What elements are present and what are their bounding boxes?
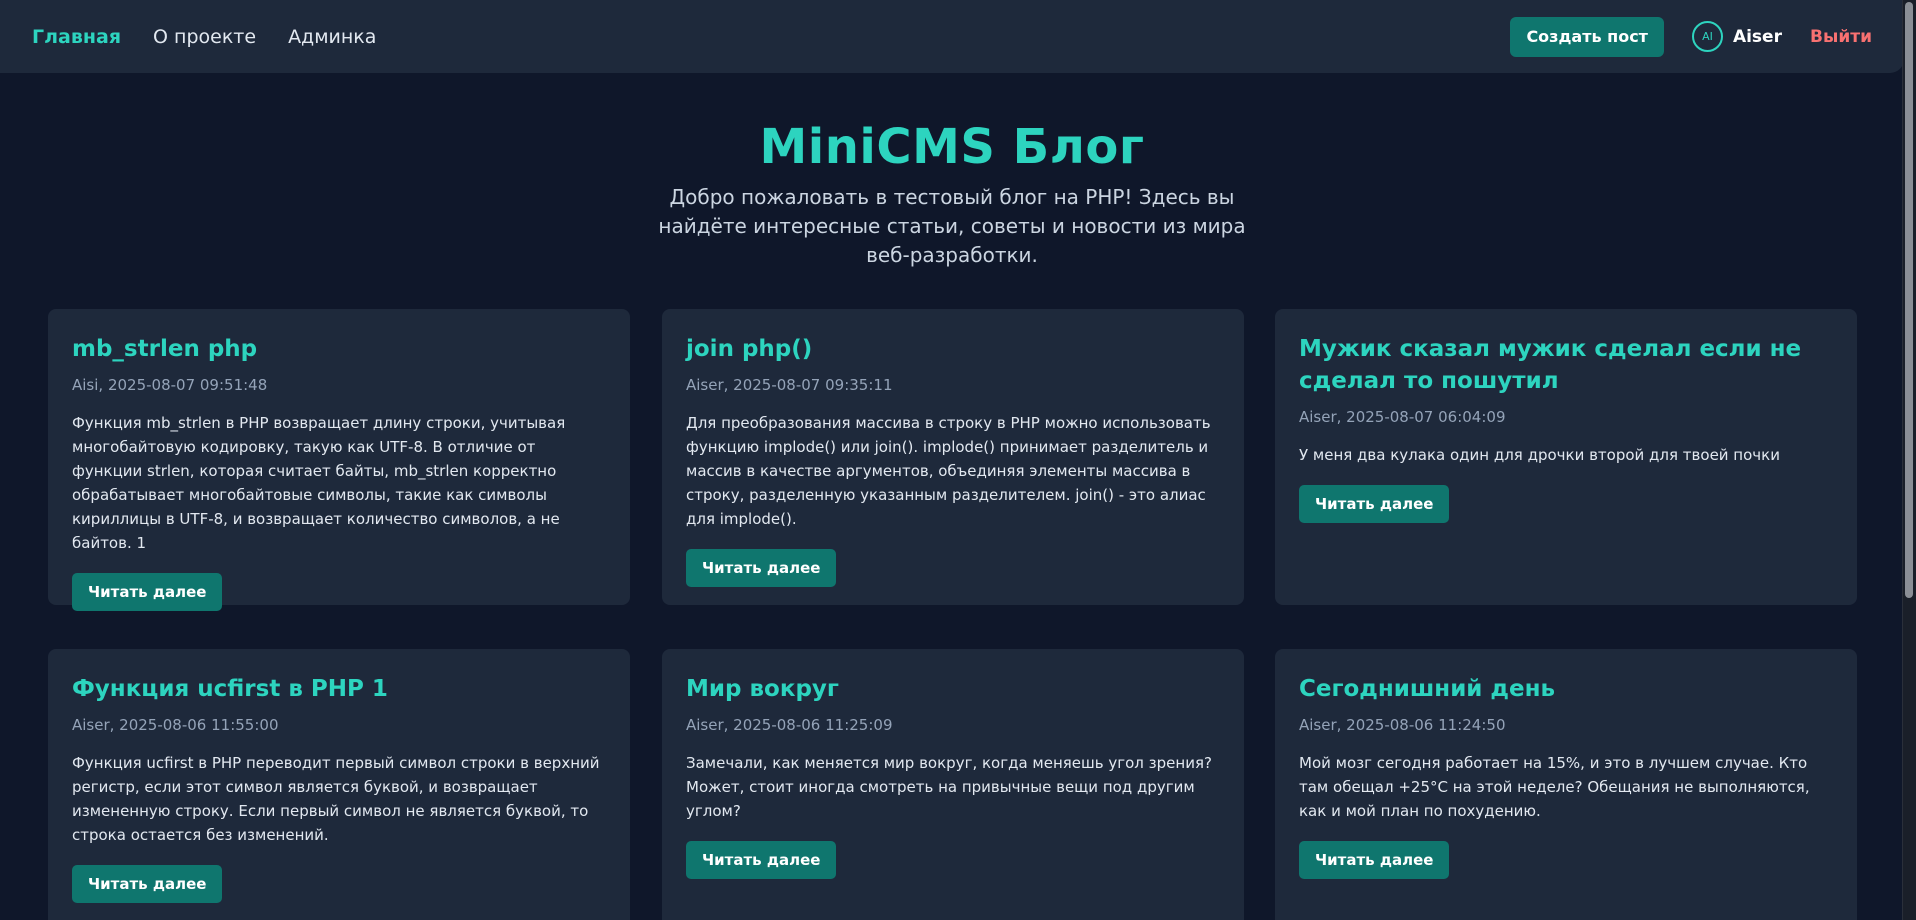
post-meta: Aiser, 2025-08-07 06:04:09 [1299, 408, 1506, 426]
page: Главная О проекте Админка Создать пост A… [0, 0, 1916, 920]
post-excerpt: Мой мозг сегодня работает на 15%, и это … [1299, 754, 1810, 820]
logout-link[interactable]: Выйти [1810, 27, 1872, 47]
page-title: MiniCMS Блог [759, 119, 1145, 175]
post-title[interactable]: join php() [686, 333, 1220, 365]
post-excerpt: Функция mb_strlen в PHP возвращает длину… [72, 414, 566, 552]
read-more-button[interactable]: Читать далее [686, 841, 837, 879]
post-title[interactable]: mb_strlen php [72, 333, 606, 365]
create-post-button[interactable]: Создать пост [1510, 16, 1664, 57]
nav-link-home[interactable]: Главная [32, 26, 121, 48]
post-meta: Aiser, 2025-08-06 11:25:09 [686, 716, 893, 734]
user-panel: Создать пост AI Aiser Выйти [1510, 16, 1872, 57]
nav-link-admin[interactable]: Админка [288, 26, 376, 48]
avatar[interactable]: AI [1691, 21, 1723, 52]
page-scrollbar[interactable] [1902, 0, 1916, 920]
post-title[interactable]: Мир вокруг [686, 673, 1220, 705]
read-more-button[interactable]: Читать далее [72, 865, 223, 903]
read-more-button[interactable]: Читать далее [686, 549, 837, 587]
nav-link-about[interactable]: О проекте [153, 26, 256, 48]
hero: MiniCMS Блог Добро пожаловать в тестовый… [0, 115, 1904, 270]
username[interactable]: Aiser [1733, 27, 1782, 47]
post-card: join php() Aiser, 2025-08-07 09:35:11 Дл… [662, 309, 1244, 605]
post-meta: Aiser, 2025-08-06 11:24:50 [1299, 716, 1506, 734]
read-more-button[interactable]: Читать далее [1299, 485, 1450, 523]
post-card: Мир вокруг Aiser, 2025-08-06 11:25:09 За… [662, 649, 1244, 920]
post-meta: Aisi, 2025-08-07 09:51:48 [72, 376, 268, 394]
read-more-button[interactable]: Читать далее [1299, 841, 1450, 879]
scrollbar-thumb[interactable] [1905, 2, 1913, 598]
post-excerpt: Для преобразования массива в строку в PH… [686, 414, 1211, 528]
post-meta: Aiser, 2025-08-06 11:55:00 [72, 716, 279, 734]
post-card: Функция ucfirst в PHP 1 Aiser, 2025-08-0… [48, 649, 630, 920]
post-excerpt: Замечали, как меняется мир вокруг, когда… [686, 754, 1212, 820]
navbar: Главная О проекте Админка Создать пост A… [0, 0, 1904, 73]
post-title[interactable]: Мужик сказал мужик сделал если не сделал… [1299, 333, 1833, 397]
hero-subtitle: Добро пожаловать в тестовый блог на PHP!… [658, 185, 1246, 267]
post-excerpt: У меня два кулака один для дрочки второй… [1299, 446, 1780, 464]
post-meta: Aiser, 2025-08-07 09:35:11 [686, 376, 893, 394]
post-card: Сегоднишний день Aiser, 2025-08-06 11:24… [1275, 649, 1857, 920]
read-more-button[interactable]: Читать далее [72, 573, 223, 611]
post-title[interactable]: Функция ucfirst в PHP 1 [72, 673, 606, 705]
post-card: Мужик сказал мужик сделал если не сделал… [1275, 309, 1857, 605]
post-excerpt: Функция ucfirst в PHP переводит первый с… [72, 754, 600, 844]
post-title[interactable]: Сегоднишний день [1299, 673, 1833, 705]
post-card: mb_strlen php Aisi, 2025-08-07 09:51:48 … [48, 309, 630, 611]
main-nav: Главная О проекте Админка [32, 26, 376, 48]
